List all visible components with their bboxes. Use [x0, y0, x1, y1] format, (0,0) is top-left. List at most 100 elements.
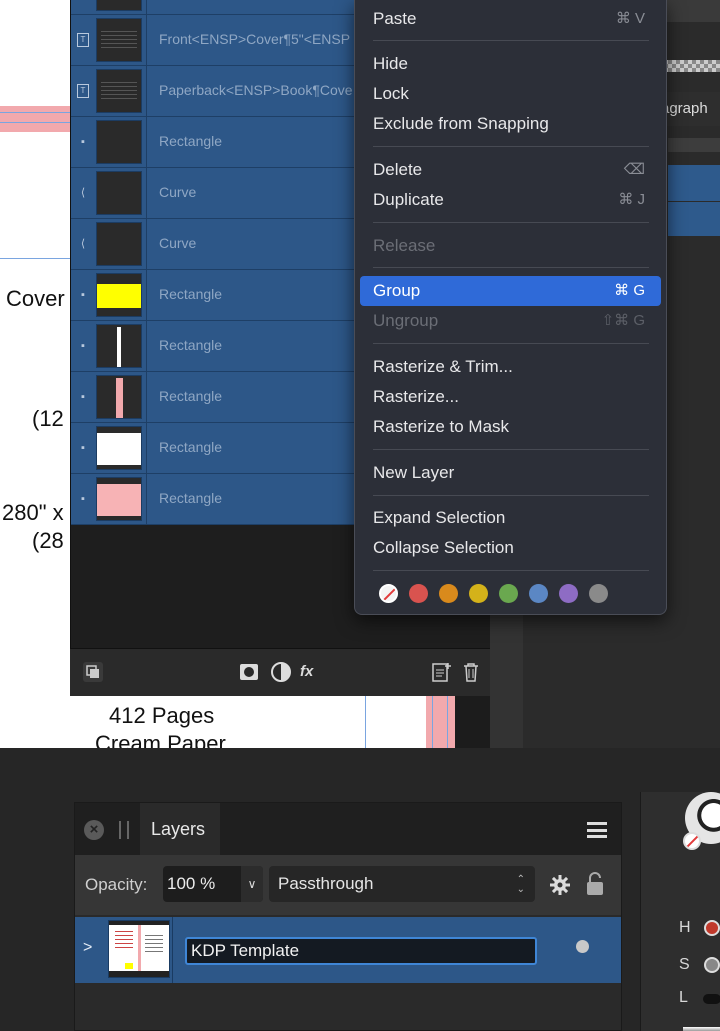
thumb-text [115, 931, 133, 951]
layer-name: Rectangle [159, 286, 223, 302]
layer-name: Curve [159, 235, 197, 251]
curve-icon: ⟨ [80, 238, 86, 250]
guide-line [365, 696, 366, 748]
tag-color-swatch[interactable] [439, 584, 458, 603]
lightness-slider[interactable] [703, 994, 720, 1004]
saturation-slider[interactable] [704, 957, 720, 973]
menu-item-label: Ungroup [373, 311, 439, 330]
layers-footer: fx [70, 648, 490, 696]
menu-item-collapse-selection[interactable]: Collapse Selection [360, 533, 661, 563]
guide-line [432, 696, 433, 748]
menu-item-label: Exclude from Snapping [373, 114, 549, 133]
close-icon[interactable]: × [84, 820, 104, 840]
thumb-fill [97, 433, 141, 465]
tag-color-swatch[interactable] [499, 584, 518, 603]
thumb-fill [116, 378, 123, 418]
menu-item-label: Rasterize... [373, 387, 459, 406]
mask-icon[interactable] [238, 661, 260, 683]
layer-thumbnail [96, 171, 142, 215]
lock-icon[interactable] [585, 872, 605, 896]
menu-item-expand-selection[interactable]: Expand Selection [360, 503, 661, 533]
hue-slider[interactable] [704, 920, 720, 936]
tag-color-swatch[interactable] [529, 584, 548, 603]
shortcut-hint: ⌘ V [615, 10, 645, 27]
selected-row[interactable] [668, 165, 720, 201]
shortcut-hint: ⌘ J [618, 191, 645, 208]
menu-item-new-layer[interactable]: New Layer [360, 458, 661, 488]
layer-name-input[interactable]: KDP Template [185, 937, 537, 965]
grip-icon[interactable] [119, 821, 129, 839]
layer-name: Front<ENSP>Cover¶5"<ENSP [159, 31, 351, 47]
layer-thumbnail [108, 920, 170, 978]
menu-item-hide[interactable]: Hide [360, 49, 661, 79]
menu-item-lock[interactable]: Lock [360, 79, 661, 109]
tab-layers[interactable]: Layers [140, 803, 220, 855]
guide-line [0, 258, 70, 259]
menu-item-group[interactable]: Group ⌘ G [360, 276, 661, 306]
menu-item-rasterize-trim[interactable]: Rasterize & Trim... [360, 352, 661, 382]
menu-item-label: Delete [373, 160, 423, 179]
adjustment-icon[interactable] [270, 661, 292, 683]
shape-icon: ▪ [81, 136, 85, 148]
layer-thumbnail [96, 375, 142, 419]
dimension-text: (28 [32, 528, 64, 553]
thumb-fill [97, 484, 141, 516]
visibility-icon[interactable] [576, 940, 589, 953]
trash-icon[interactable] [460, 661, 482, 683]
gear-icon[interactable] [549, 874, 571, 896]
layer-name: Rectangle [159, 133, 223, 149]
fx-icon[interactable]: fx [300, 661, 322, 683]
selected-row[interactable] [668, 202, 720, 236]
hue-label: H [679, 919, 691, 936]
tag-color-swatch[interactable] [409, 584, 428, 603]
tag-color-swatch[interactable] [589, 584, 608, 603]
menu-item-rasterize[interactable]: Rasterize... [360, 382, 661, 412]
menu-item-paste[interactable]: Paste ⌘ V [360, 4, 661, 34]
guide-line [0, 112, 70, 113]
layer-thumbnail [96, 18, 142, 62]
tag-color-swatch[interactable] [559, 584, 578, 603]
menu-separator [373, 146, 649, 147]
arrange-icon[interactable] [82, 661, 104, 683]
row-divider [146, 0, 147, 15]
layer-thumbnail [96, 324, 142, 368]
row-divider [146, 321, 147, 372]
menu-item-delete[interactable]: Delete ⌫ [360, 155, 661, 185]
tag-color-swatch[interactable] [469, 584, 488, 603]
row-divider [146, 117, 147, 168]
dimension-text: 280" x [2, 500, 64, 525]
menu-item-duplicate[interactable]: Duplicate ⌘ J [360, 185, 661, 215]
workspace-bottom: × Layers Opacity: 100 % ∨ Passthrough ⌃ ⌄… [0, 748, 720, 1031]
dimension-text: (12 [32, 406, 64, 431]
row-divider [146, 15, 147, 66]
thumb-text-lines [101, 31, 137, 49]
row-divider [146, 423, 147, 474]
menu-item-rasterize-to-mask[interactable]: Rasterize to Mask [360, 412, 661, 442]
no-color-icon[interactable] [379, 584, 398, 603]
row-divider [146, 168, 147, 219]
panel-bar [668, 138, 720, 152]
shape-icon: ▪ [81, 442, 85, 454]
add-layer-icon[interactable] [430, 661, 452, 683]
thumb-band [109, 971, 169, 977]
row-divider [146, 66, 147, 117]
menu-separator [373, 495, 649, 496]
row-divider [146, 474, 147, 525]
layer-options-bar: Opacity: 100 % ∨ Passthrough ⌃ ⌄ [75, 855, 621, 915]
chevron-right-icon[interactable]: > [83, 939, 92, 957]
layer-row-kdp-template[interactable]: > KDP Template [75, 917, 621, 983]
layer-thumbnail [96, 273, 142, 317]
menu-item-exclude-from-snapping[interactable]: Exclude from Snapping [360, 109, 661, 139]
layer-thumbnail [96, 426, 142, 470]
no-fill-icon[interactable] [683, 832, 701, 850]
menu-item-label: Paste [373, 9, 417, 28]
layers-panel: × Layers Opacity: 100 % ∨ Passthrough ⌃ ⌄… [74, 802, 622, 1031]
blend-mode-value: Passthrough [278, 874, 374, 893]
menu-icon[interactable] [587, 822, 607, 838]
stepper-arrows-icon: ⌃ ⌄ [516, 874, 525, 895]
gradient-swatch [683, 1027, 720, 1031]
blend-mode-select[interactable]: Passthrough ⌃ ⌄ [269, 866, 535, 902]
chevron-down-icon[interactable]: ∨ [241, 866, 263, 902]
menu-separator [373, 570, 649, 571]
row-divider [146, 270, 147, 321]
